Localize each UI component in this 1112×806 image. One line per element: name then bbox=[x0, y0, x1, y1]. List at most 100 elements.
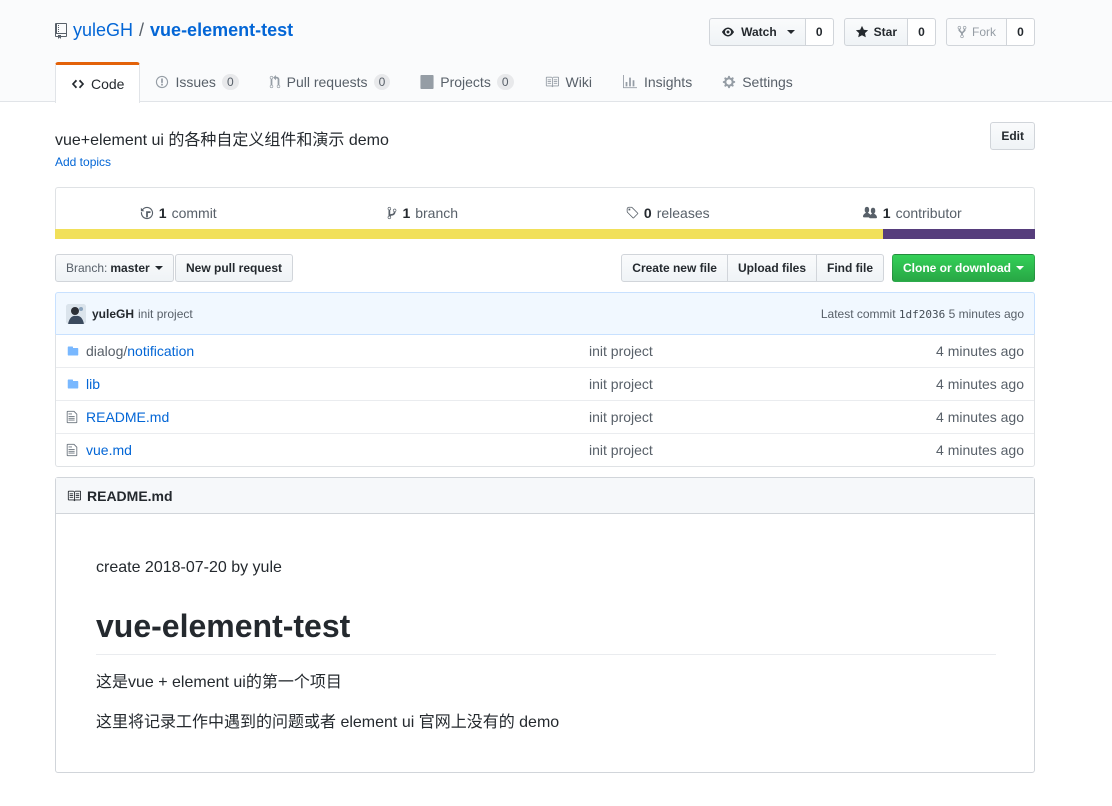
repo-separator: / bbox=[139, 20, 145, 40]
tab-issues[interactable]: Issues 0 bbox=[140, 62, 253, 102]
code-icon bbox=[71, 79, 85, 89]
table-row: README.md init project 4 minutes ago bbox=[56, 400, 1034, 433]
tab-pull-requests[interactable]: Pull requests 0 bbox=[254, 62, 406, 102]
watch-button[interactable]: Watch bbox=[709, 18, 806, 46]
chevron-down-icon bbox=[786, 30, 795, 34]
star-button[interactable]: Star bbox=[843, 18, 908, 46]
star-count[interactable]: 0 bbox=[908, 18, 936, 46]
language-segment[interactable] bbox=[883, 229, 1035, 239]
commit-author-link[interactable]: yuleGH bbox=[92, 307, 134, 321]
projects-counter: 0 bbox=[496, 74, 514, 90]
tab-code-label: Code bbox=[91, 76, 125, 92]
eye-icon bbox=[722, 27, 735, 37]
avatar[interactable] bbox=[66, 303, 86, 324]
star-icon bbox=[855, 25, 868, 38]
history-icon bbox=[140, 206, 153, 220]
folder-icon bbox=[56, 378, 86, 390]
chevron-down-icon bbox=[154, 266, 163, 270]
watch-count[interactable]: 0 bbox=[805, 18, 834, 46]
file-age: 4 minutes ago bbox=[936, 376, 1024, 392]
edit-button[interactable]: Edit bbox=[990, 122, 1035, 150]
repo-owner-link[interactable]: yuleGH bbox=[73, 20, 133, 41]
branches-count: 1 bbox=[402, 205, 411, 221]
tab-projects-label: Projects bbox=[440, 74, 491, 90]
tab-pull-requests-label: Pull requests bbox=[286, 74, 368, 90]
branch-prefix: Branch: bbox=[66, 261, 108, 275]
releases-count: 0 bbox=[643, 205, 652, 221]
readme-heading: vue-element-test bbox=[96, 606, 996, 655]
file-actions: Create new file Upload files Find file C… bbox=[621, 254, 1035, 282]
book-icon bbox=[67, 490, 81, 501]
fork-label: Fork bbox=[972, 25, 996, 39]
tab-projects[interactable]: Projects 0 bbox=[405, 62, 528, 102]
commit-meta: Latest commit 1df2036 5 minutes ago bbox=[821, 307, 1024, 321]
file-age: 4 minutes ago bbox=[936, 409, 1024, 425]
avatar-image bbox=[66, 303, 86, 324]
fork-group: Fork 0 bbox=[946, 18, 1035, 46]
star-label: Star bbox=[873, 25, 897, 39]
fork-button[interactable]: Fork bbox=[946, 18, 1007, 46]
releases-label: releases bbox=[656, 205, 710, 221]
star-group: Star 0 bbox=[843, 18, 936, 46]
tab-settings[interactable]: Settings bbox=[707, 62, 808, 102]
latest-commit-bar: yuleGH init project Latest commit 1df203… bbox=[55, 292, 1035, 335]
file-icon bbox=[56, 410, 86, 424]
file-name-link[interactable]: lib bbox=[86, 376, 589, 392]
repo-name-link[interactable]: vue-element-test bbox=[150, 20, 293, 41]
contributors-label: contributor bbox=[895, 205, 962, 221]
branch-select-button[interactable]: Branch: master bbox=[55, 254, 174, 282]
file-commit-message[interactable]: init project bbox=[589, 409, 889, 425]
watch-group: Watch 0 bbox=[709, 18, 834, 46]
readme-paragraph: 这里将记录工作中遇到的问题或者 element ui 官网上没有的 demo bbox=[96, 714, 560, 731]
repo-title: yuleGH / vue-element-test bbox=[55, 20, 293, 41]
readme-box: README.md create 2018-07-20 by yule vue-… bbox=[55, 477, 1035, 773]
language-bar[interactable] bbox=[55, 229, 1035, 239]
add-topics-link[interactable]: Add topics bbox=[55, 155, 111, 169]
commit-sha-link[interactable]: 1df2036 bbox=[899, 308, 945, 321]
tab-wiki[interactable]: Wiki bbox=[529, 62, 607, 102]
language-segment[interactable] bbox=[55, 229, 884, 239]
file-name-link[interactable]: dialog/notification bbox=[86, 343, 589, 359]
pulls-counter: 0 bbox=[373, 74, 391, 90]
file-name-link[interactable]: README.md bbox=[86, 409, 589, 425]
file-commit-message[interactable]: init project bbox=[589, 376, 889, 392]
file-navigation: Branch: master New pull request Create n… bbox=[55, 254, 1035, 282]
tab-wiki-label: Wiki bbox=[565, 74, 592, 90]
readme-meta-line: create 2018-07-20 by yule bbox=[96, 559, 282, 576]
tab-insights[interactable]: Insights bbox=[607, 62, 707, 102]
file-commit-message[interactable]: init project bbox=[589, 343, 889, 359]
create-new-file-button[interactable]: Create new file bbox=[621, 254, 728, 282]
file-path-prefix: dialog/ bbox=[86, 343, 128, 359]
tab-issues-label: Issues bbox=[175, 74, 216, 90]
tab-code[interactable]: Code bbox=[55, 62, 141, 103]
file-age: 4 minutes ago bbox=[936, 343, 1024, 359]
readme-paragraph: 这是vue + element ui的第一个项目 bbox=[96, 674, 342, 691]
file-age: 4 minutes ago bbox=[936, 442, 1024, 458]
contributors-count: 1 bbox=[882, 205, 891, 221]
commits-label: commit bbox=[171, 205, 217, 221]
pull-request-icon bbox=[269, 75, 280, 89]
commits-count: 1 bbox=[158, 205, 167, 221]
file-commit-message[interactable]: init project bbox=[589, 442, 889, 458]
find-file-button[interactable]: Find file bbox=[817, 254, 884, 282]
commit-age: 5 minutes ago bbox=[948, 306, 1024, 321]
file-name-link[interactable]: vue.md bbox=[86, 442, 589, 458]
folder-icon bbox=[56, 345, 86, 357]
table-row: vue.md init project 4 minutes ago bbox=[56, 433, 1034, 466]
project-icon bbox=[420, 75, 434, 89]
repo-description: vue+element ui 的各种自定义组件和演示 demo bbox=[55, 132, 389, 149]
file-icon bbox=[56, 443, 86, 457]
latest-commit-prefix: Latest commit bbox=[820, 306, 896, 321]
upload-files-button[interactable]: Upload files bbox=[727, 254, 817, 282]
clone-or-download-button[interactable]: Clone or download bbox=[892, 254, 1035, 282]
fork-count[interactable]: 0 bbox=[1007, 18, 1035, 46]
table-row: dialog/notification init project 4 minut… bbox=[56, 334, 1034, 367]
readme-filename: README.md bbox=[87, 487, 173, 504]
book-icon bbox=[545, 76, 559, 88]
table-row: lib init project 4 minutes ago bbox=[56, 367, 1034, 400]
file-table: dialog/notification init project 4 minut… bbox=[55, 334, 1035, 467]
commit-message-link[interactable]: init project bbox=[138, 307, 193, 321]
new-pull-request-button[interactable]: New pull request bbox=[175, 254, 294, 282]
tag-icon bbox=[626, 206, 639, 219]
issue-icon bbox=[156, 75, 169, 89]
